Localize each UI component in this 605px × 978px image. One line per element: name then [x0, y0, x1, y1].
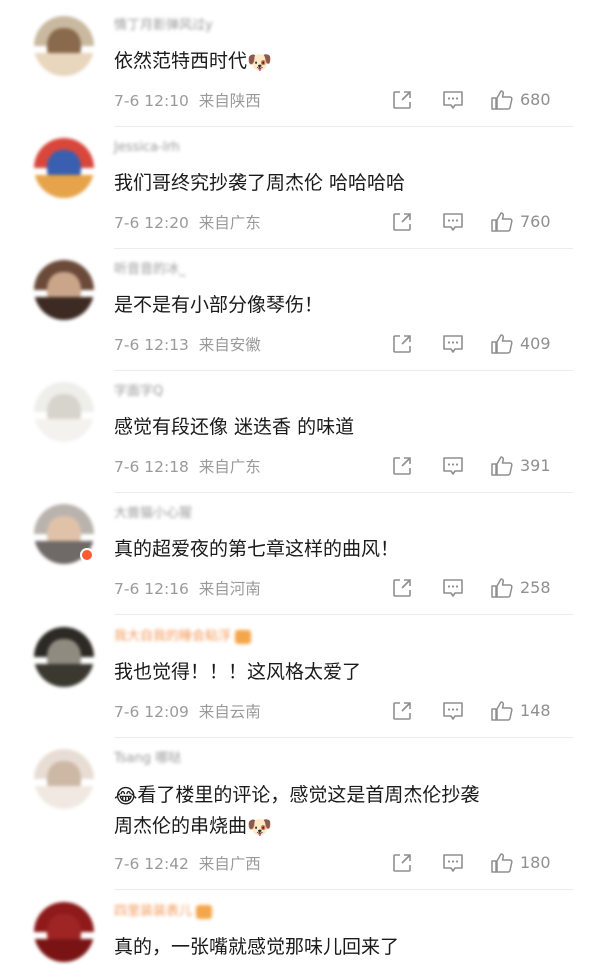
reply-button[interactable] — [441, 455, 465, 477]
avatar[interactable] — [34, 260, 94, 320]
reply-button[interactable] — [441, 852, 465, 874]
comment-text-line-2: 周杰伦的串烧曲 — [114, 815, 248, 837]
comment-icon — [443, 702, 463, 720]
divider — [114, 126, 573, 127]
comment-icon — [443, 335, 463, 353]
divider — [114, 370, 573, 371]
divider — [114, 248, 573, 249]
doge-emoji-icon: 🐶 — [247, 815, 272, 839]
like-button[interactable]: 680 — [490, 89, 551, 111]
like-button[interactable]: 258 — [490, 577, 551, 599]
comment-text: 真的，一张嘴就感觉那味儿回来了 — [114, 936, 400, 958]
username[interactable]: Jessica-lrh — [114, 140, 180, 156]
avatar[interactable] — [34, 382, 94, 442]
avatar[interactable] — [34, 627, 94, 687]
share-icon — [393, 335, 411, 353]
member-badge-icon — [235, 629, 252, 644]
reply-button[interactable] — [441, 333, 465, 355]
share-button[interactable] — [391, 89, 413, 111]
username-text[interactable]: 我大自我的睡会粘浮 — [114, 629, 231, 644]
like-count: 180 — [520, 853, 551, 872]
avatar[interactable] — [34, 749, 94, 809]
like-count: 760 — [520, 212, 551, 231]
like-icon — [491, 334, 513, 354]
comment-icon — [443, 579, 463, 597]
like-count: 680 — [520, 90, 551, 109]
comment-text: 感觉有段还像 迷迭香 的味道 — [114, 416, 355, 438]
like-icon — [491, 212, 513, 232]
verified-badge-icon — [80, 548, 94, 562]
username-text[interactable]: 四里装装表儿 — [114, 904, 192, 919]
share-icon — [393, 91, 411, 109]
like-button[interactable]: 391 — [490, 455, 551, 477]
share-icon — [393, 854, 411, 872]
comment-text: 依然范特西时代🐶 — [114, 46, 574, 77]
like-count: 148 — [520, 701, 551, 720]
comment-text-line: 😂看了楼里的评论，感觉这是首周杰伦抄袭 — [114, 780, 574, 811]
divider — [114, 614, 573, 615]
username[interactable]: 我大自我的睡会粘浮 — [114, 629, 252, 645]
like-icon — [491, 701, 513, 721]
laughing-emoji-icon: 😂 — [114, 784, 138, 808]
share-icon — [393, 213, 411, 231]
crown-badge-icon — [196, 904, 213, 919]
comment-icon — [443, 213, 463, 231]
share-icon — [393, 579, 411, 597]
username[interactable]: 听音音的冰_ — [114, 262, 186, 278]
username[interactable]: 情丁月影弹风过y — [114, 18, 213, 34]
share-button[interactable] — [391, 211, 413, 233]
divider — [114, 492, 573, 493]
share-button[interactable] — [391, 455, 413, 477]
comment-text-line: 周杰伦的串烧曲🐶 — [114, 811, 574, 842]
divider — [114, 889, 573, 890]
comment-text: 😂看了楼里的评论，感觉这是首周杰伦抄袭 周杰伦的串烧曲🐶 — [114, 780, 574, 842]
comment-text-line-1: 看了楼里的评论，感觉这是首周杰伦抄袭 — [137, 784, 480, 806]
like-button[interactable]: 180 — [490, 852, 551, 874]
like-count: 391 — [520, 456, 551, 475]
avatar[interactable] — [34, 902, 94, 962]
share-button[interactable] — [391, 852, 413, 874]
comment-text: 我也觉得！！！这风格太爱了 — [114, 661, 362, 683]
avatar[interactable] — [34, 16, 94, 76]
like-icon — [491, 853, 513, 873]
comment-icon — [443, 854, 463, 872]
username[interactable]: Tsang 哪哒 — [114, 751, 181, 767]
like-icon — [491, 90, 513, 110]
like-icon — [491, 456, 513, 476]
share-button[interactable] — [391, 333, 413, 355]
like-icon — [491, 578, 513, 598]
reply-button[interactable] — [441, 211, 465, 233]
reply-button[interactable] — [441, 89, 465, 111]
like-button[interactable]: 760 — [490, 211, 551, 233]
comment-text: 真的超爱夜的第七章这样的曲风！ — [114, 538, 400, 560]
like-count: 258 — [520, 578, 551, 597]
like-button[interactable]: 409 — [490, 333, 551, 355]
avatar[interactable] — [34, 138, 94, 198]
doge-emoji-icon: 🐶 — [247, 50, 272, 74]
comment-icon — [443, 457, 463, 475]
share-icon — [393, 457, 411, 475]
comment-text: 是不是有小部分像琴伤！ — [114, 294, 324, 316]
divider — [114, 737, 573, 738]
comment-text: 我们哥终究抄袭了周杰伦 哈哈哈哈 — [114, 172, 406, 194]
share-button[interactable] — [391, 577, 413, 599]
reply-button[interactable] — [441, 700, 465, 722]
username[interactable]: 字面字Q — [114, 384, 163, 400]
comment-list: 情丁月影弹风过y 依然范特西时代🐶 7-6 12:10 来自陕西 680 Jes… — [0, 0, 605, 978]
like-button[interactable]: 148 — [490, 700, 551, 722]
username[interactable]: 四里装装表儿 — [114, 904, 213, 920]
username[interactable]: 大兽猫小心猩 — [114, 506, 192, 522]
comment-text-body: 依然范特西时代 — [114, 50, 248, 72]
reply-button[interactable] — [441, 577, 465, 599]
share-button[interactable] — [391, 700, 413, 722]
share-icon — [393, 702, 411, 720]
comment-icon — [443, 91, 463, 109]
like-count: 409 — [520, 334, 551, 353]
